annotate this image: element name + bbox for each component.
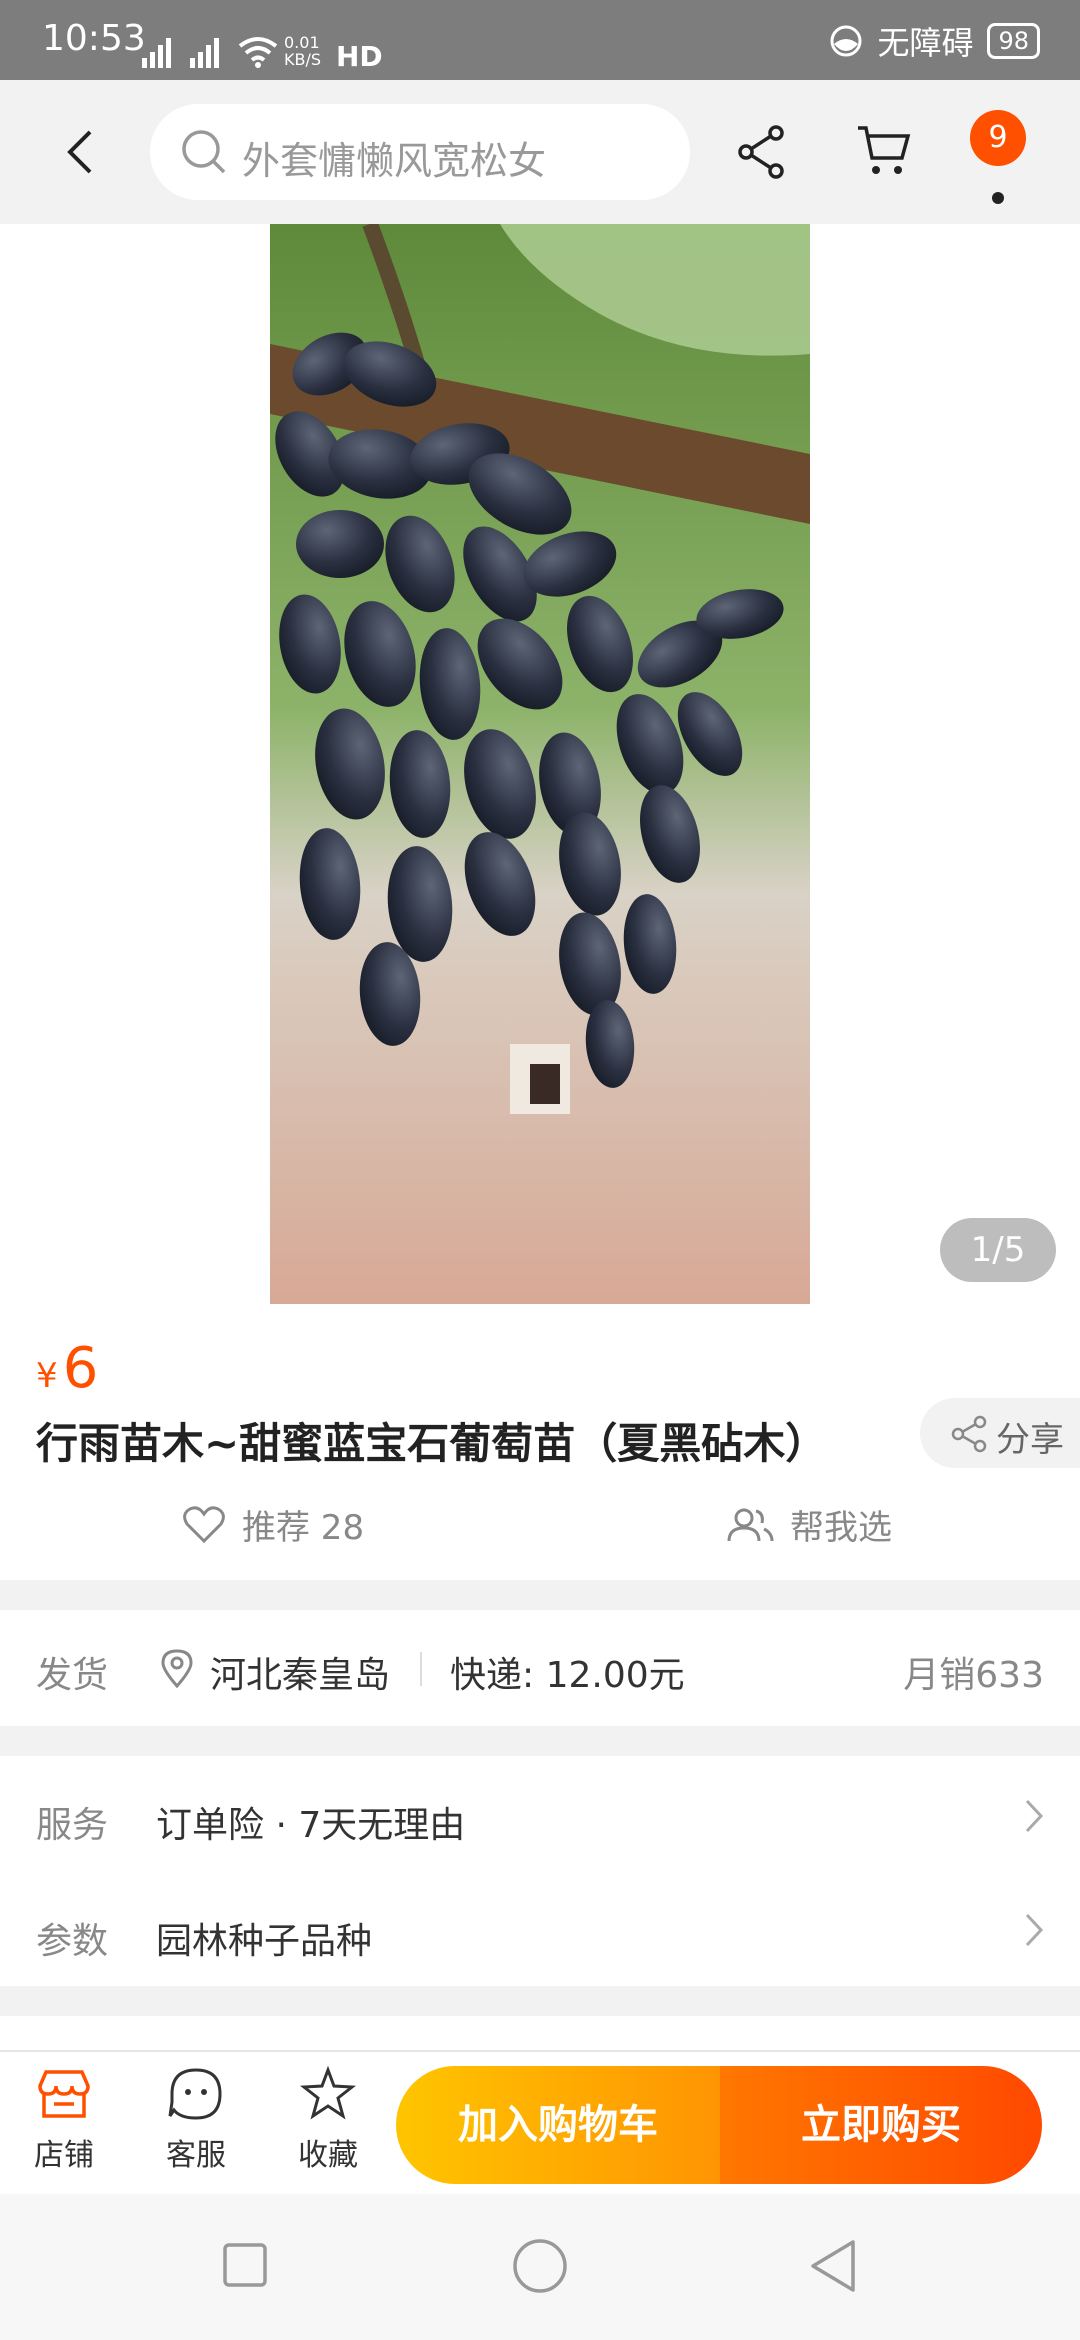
accessibility-icon [830,25,862,57]
help-choose-label: 帮我选 [790,1508,892,1548]
bottom-action-bar: 店铺 客服 收藏 加入购物车 立即购买 [0,2050,1080,2194]
price: ¥ 6 [36,1336,98,1401]
message-badge: 9 [970,110,1026,166]
shop-label: 店铺 [34,2138,94,2173]
params-label: 参数 [36,1921,109,1962]
home-icon[interactable] [512,2238,568,2294]
share-icon[interactable] [736,124,788,180]
more-menu-button[interactable]: 9 [970,110,1040,210]
shipping-location: 河北秦皇岛 [210,1655,391,1696]
shipping-row: 发货 河北秦皇岛 快递: 12.00元 月销633 [0,1610,1080,1726]
hd-icon: HD [336,40,383,73]
location-pin-icon [161,1649,193,1688]
favorite-label: 收藏 [298,2138,358,2173]
heart-icon [183,1505,225,1543]
status-time: 10:53 [42,18,146,59]
gallery-pager: 1/5 [940,1218,1056,1282]
share-label: 分享 [996,1420,1064,1460]
people-icon [727,1508,774,1541]
accessibility-label: 无障碍 [877,24,974,62]
chevron-right-icon [1025,1799,1044,1833]
chevron-right-icon [1025,1913,1044,1947]
buy-now-button[interactable]: 立即购买 [720,2066,1042,2184]
product-photo[interactable] [270,224,810,1304]
more-dot-icon [992,192,1004,204]
recommend-button[interactable]: 推荐 28 [182,1500,364,1549]
shipping-label: 发货 [36,1655,109,1696]
params-row[interactable]: 参数 园林种子品种 [0,1876,1080,1986]
battery-icon: 98 [987,23,1040,59]
back-nav-icon[interactable] [808,2238,858,2294]
cart-icon[interactable] [856,122,912,178]
recent-apps-icon[interactable] [222,2242,268,2288]
currency-symbol: ¥ [36,1356,58,1396]
recommend-label: 推荐 28 [242,1508,365,1548]
price-value: 6 [62,1336,99,1401]
section-divider [0,1986,1080,2016]
shop-icon [38,2070,90,2118]
status-bar: 10:53 0.01 KB/S HD 无障碍 98 [0,0,1080,80]
customer-service-label: 客服 [166,2138,226,2173]
service-row[interactable]: 服务 订单险 · 7天无理由 [0,1756,1080,1876]
params-value: 园林种子品种 [156,1921,373,1962]
top-nav: 外套慵懒风宽松女 9 [0,80,1080,224]
wifi-icon [238,37,278,68]
search-placeholder: 外套慵懒风宽松女 [242,139,547,183]
product-gallery[interactable]: 1/5 [0,224,1080,1304]
search-input[interactable]: 外套慵懒风宽松女 [150,104,690,200]
star-icon [299,2065,357,2120]
shop-tab[interactable]: 店铺 [14,2066,114,2174]
divider [420,1652,422,1686]
service-label: 服务 [36,1805,109,1846]
customer-service-tab[interactable]: 客服 [146,2066,246,2174]
share-button[interactable]: 分享 [920,1398,1080,1468]
help-choose-button[interactable]: 帮我选 [726,1500,892,1549]
net-speed: 0.01 KB/S [284,33,322,69]
product-title: 行雨苗木~甜蜜蓝宝石葡萄苗（夏黑砧木） [36,1419,828,1468]
back-arrow-icon[interactable] [56,124,112,180]
share-icon [951,1415,987,1453]
section-divider [0,1580,1080,1610]
section-divider [0,1726,1080,1756]
monthly-sales: 月销633 [903,1655,1044,1696]
system-nav-bar [0,2194,1080,2340]
chat-face-icon [168,2068,222,2120]
shipping-fee: 快递: 12.00元 [450,1655,685,1696]
service-value: 订单险 · 7天无理由 [156,1805,466,1846]
add-to-cart-button[interactable]: 加入购物车 [396,2066,720,2184]
favorite-tab[interactable]: 收藏 [278,2065,378,2174]
search-icon [182,130,226,174]
